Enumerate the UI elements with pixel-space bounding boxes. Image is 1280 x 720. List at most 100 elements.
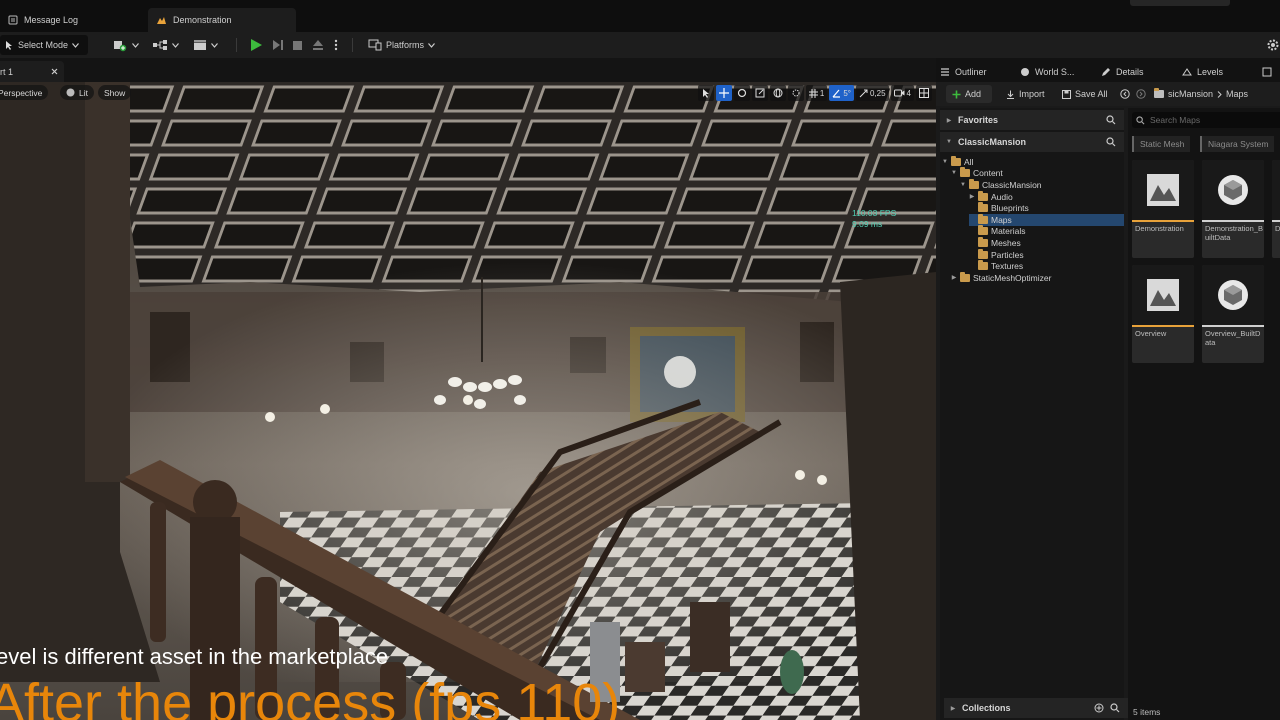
search-icon[interactable] [1106, 115, 1116, 125]
fps-value: 110.03 FPS [852, 208, 897, 218]
tab-demonstration-label: Demonstration [173, 15, 232, 25]
search-maps-placeholder: Search Maps [1150, 115, 1201, 125]
cinematics-button[interactable] [193, 35, 218, 55]
play-button[interactable] [249, 35, 263, 55]
settings-button[interactable] [1266, 35, 1280, 55]
tree-item-staticmeshoptimizer[interactable]: ▶ StaticMeshOptimizer [951, 271, 1124, 284]
tab-levels-label: Levels [1197, 67, 1224, 77]
search-maps-input[interactable]: Search Maps [1132, 112, 1280, 128]
select-mode-dropdown[interactable]: Select Mode [0, 35, 88, 55]
frame-time-value: 9.09 ms [852, 219, 883, 229]
search-icon[interactable] [1106, 137, 1116, 147]
asset-label: Demonstration [1135, 224, 1184, 233]
tree-item-maps[interactable]: Maps [969, 213, 1124, 226]
asset-tile[interactable]: Overview_BuiltData [1202, 265, 1264, 363]
platforms-label: Platforms [386, 40, 425, 50]
scale-icon [755, 88, 765, 98]
tab-details[interactable]: Details [1101, 62, 1144, 82]
rotate-tool-button[interactable] [733, 85, 750, 101]
add-actor-button[interactable] [112, 35, 139, 55]
perspective-menu[interactable]: Perspective [0, 85, 49, 100]
tree-item-particles[interactable]: Particles [969, 248, 1124, 261]
add-button[interactable]: Add [946, 85, 992, 103]
toolbar-divider [236, 38, 237, 52]
select-tool-button[interactable] [697, 85, 714, 101]
breadcrumb-segment-1[interactable]: sicMansion [1168, 89, 1213, 99]
history-back-button[interactable] [1120, 85, 1130, 103]
filter-niagara-system[interactable]: Niagara System [1200, 136, 1275, 152]
history-forward-button[interactable] [1136, 85, 1146, 103]
chevron-down-icon[interactable]: ▼ [942, 159, 948, 165]
breadcrumb-segment-2[interactable]: Maps [1226, 89, 1248, 99]
asset-tile[interactable]: Demonstration_BuiltData [1202, 160, 1264, 258]
tab-world-settings[interactable]: World S... [1020, 62, 1074, 82]
filter-static-mesh[interactable]: Static Mesh [1132, 136, 1191, 152]
close-icon[interactable] [51, 68, 58, 75]
import-icon [1006, 90, 1015, 99]
blueprint-icon [152, 39, 168, 51]
panel-options-button[interactable] [1262, 62, 1272, 82]
rotation-snap-button[interactable]: 5° [829, 85, 854, 101]
scale-snap-button[interactable]: 0,25 [855, 85, 889, 101]
tab-demonstration[interactable]: Demonstration [148, 8, 296, 32]
platforms-dropdown[interactable]: Platforms [368, 35, 442, 55]
asset-type-bar [1132, 325, 1194, 327]
tab-viewport[interactable]: rt 1 [0, 61, 936, 83]
lit-sphere-icon [66, 88, 75, 97]
caption-line-1: evel is different asset in the marketpla… [0, 644, 389, 669]
breadcrumb: sicMansion Maps [1154, 85, 1248, 103]
classicmansion-header[interactable]: ▼ ClassicMansion [940, 132, 1124, 152]
grid-snap-button[interactable]: 1 [805, 85, 828, 101]
chevron-down-icon [72, 42, 79, 48]
advance-frame-button[interactable] [272, 35, 284, 55]
chevron-right-icon[interactable]: ▶ [969, 193, 975, 200]
surface-snap-button[interactable] [787, 85, 804, 101]
chevron-down-icon[interactable]: ▼ [960, 182, 966, 188]
viewport-transform-toolbar: 1 5° 0,25 4 [697, 84, 932, 102]
tab-world-settings-label: World S... [1035, 67, 1075, 77]
play-options-button[interactable] [334, 35, 338, 55]
tree-item-all[interactable]: ▼ All [942, 155, 1124, 168]
scale-tool-button[interactable] [751, 85, 768, 101]
asset-tile[interactable]: Overview [1132, 265, 1194, 363]
camera-speed-value: 4 [906, 88, 911, 98]
save-all-button[interactable]: Save All [1062, 85, 1108, 103]
blueprint-button[interactable] [152, 35, 179, 55]
favorites-header[interactable]: ▶ Favorites [940, 110, 1124, 130]
chevron-right-icon[interactable]: ▶ [951, 274, 957, 281]
world-local-button[interactable] [769, 85, 786, 101]
folder-icon [1154, 88, 1164, 98]
folder-icon [978, 190, 988, 201]
tree-item-content[interactable]: ▼ Content [951, 167, 1124, 180]
tab-levels[interactable]: Levels [1182, 62, 1223, 82]
import-button[interactable]: Import [1006, 85, 1045, 103]
tree-item-textures[interactable]: Textures [969, 260, 1124, 272]
chevron-right-icon: ▶ [946, 117, 952, 124]
plus-icon [952, 90, 961, 99]
tree-item-classicmansion[interactable]: ▼ ClassicMansion [960, 178, 1124, 191]
tree-item-audio[interactable]: ▶ Audio [969, 190, 1124, 203]
camera-speed-button[interactable]: 4 [890, 85, 914, 101]
tree-item-label: Blueprints [991, 203, 1029, 214]
asset-tile[interactable]: Demonstration [1132, 160, 1194, 258]
collections-header[interactable]: ▶ Collections [944, 698, 1128, 718]
view-mode-menu[interactable]: Lit [60, 85, 94, 100]
tree-item-materials[interactable]: Materials [969, 225, 1124, 238]
levels-icon [1182, 67, 1192, 77]
level-viewport[interactable]: Perspective Lit Show 1 5° 0,25 4 110.03 … [0, 82, 936, 720]
chevron-right-icon: ▶ [950, 705, 956, 712]
tree-item-meshes[interactable]: Meshes [969, 236, 1124, 249]
arrow-left-icon [1120, 89, 1130, 99]
show-menu[interactable]: Show [98, 85, 132, 100]
translate-tool-button[interactable] [715, 85, 732, 101]
chevron-down-icon[interactable]: ▼ [951, 170, 957, 176]
tab-outliner[interactable]: Outliner [940, 62, 987, 82]
viewport-layout-button[interactable] [916, 85, 932, 101]
eject-button[interactable] [312, 35, 324, 55]
tree-item-blueprints[interactable]: Blueprints [969, 202, 1124, 214]
search-icon[interactable] [1110, 703, 1120, 713]
add-circle-icon[interactable] [1094, 703, 1104, 713]
tab-message-log[interactable]: Message Log [0, 8, 140, 32]
asset-tile[interactable]: D... [1272, 160, 1280, 258]
stop-button[interactable] [292, 35, 303, 55]
